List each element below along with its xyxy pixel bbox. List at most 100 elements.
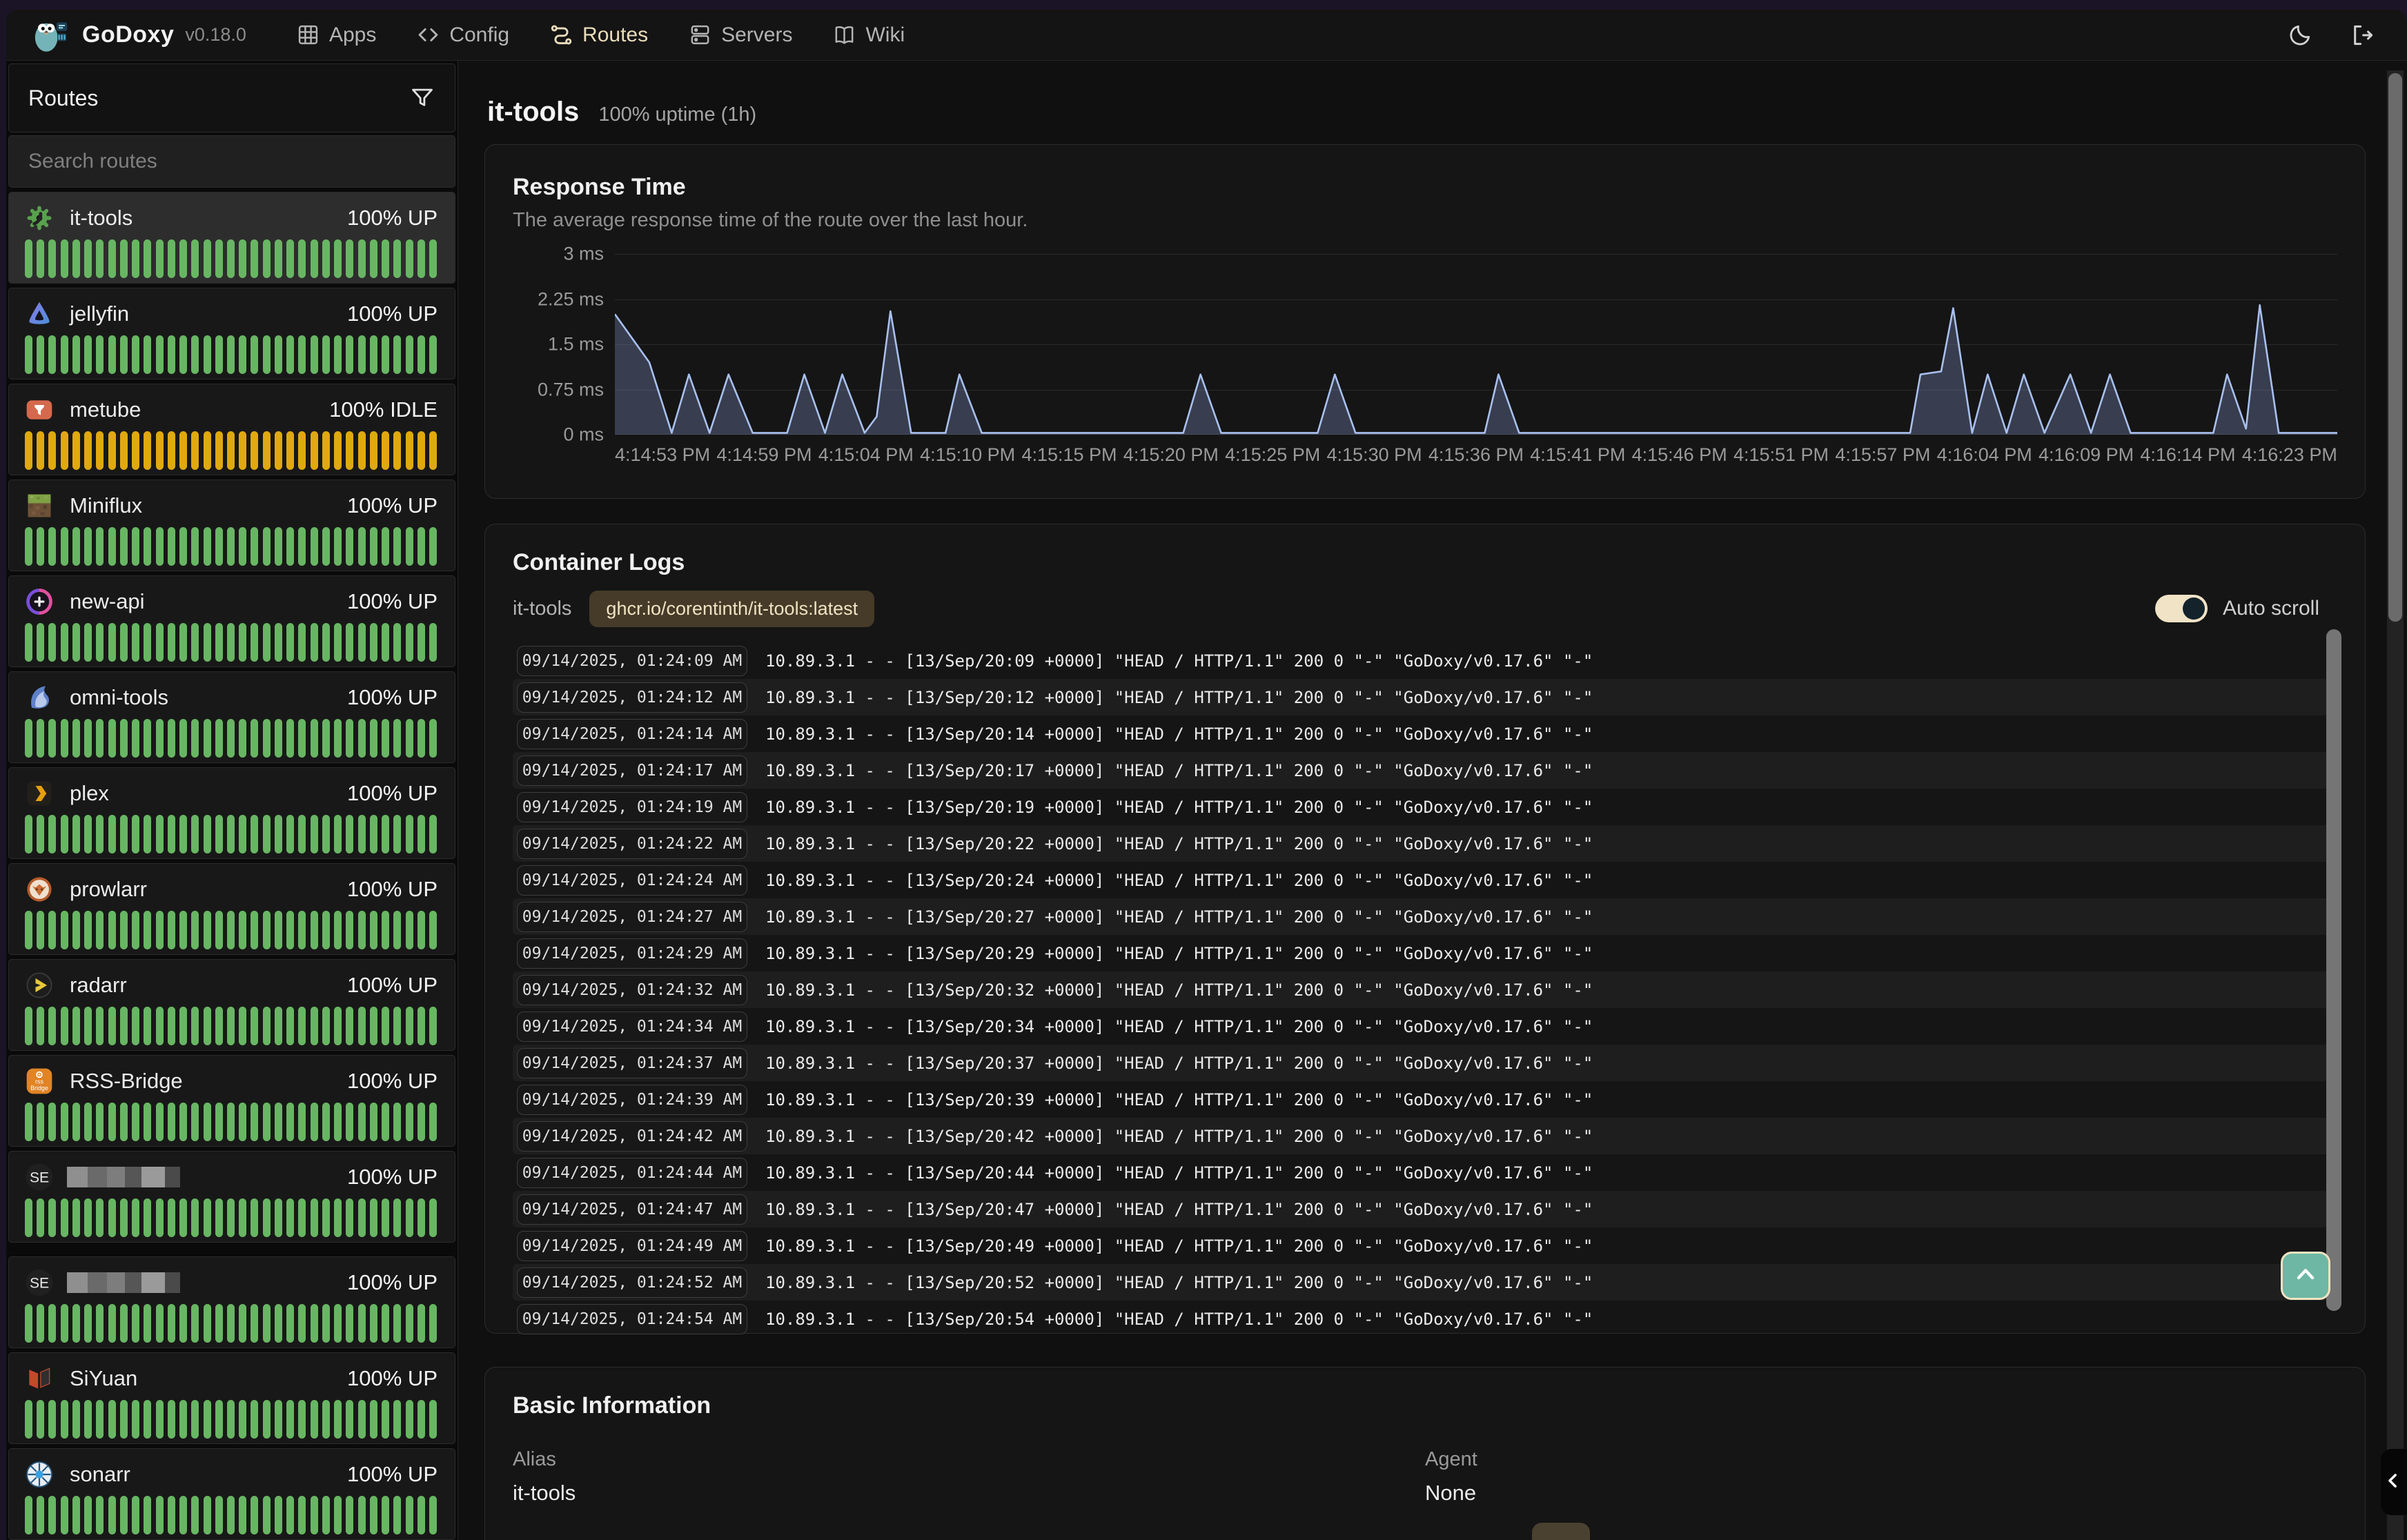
- route-item-miniflux[interactable]: Miniflux100% UP: [8, 480, 455, 571]
- log-list[interactable]: 09/14/2025, 01:24:09 AM10.89.3.1 - - [13…: [513, 642, 2337, 1337]
- log-timestamp: 09/14/2025, 01:24:52 AM: [517, 1267, 747, 1298]
- log-row: 09/14/2025, 01:24:22 AM 10.89.3.1 - - [13…: [513, 825, 2337, 862]
- redacted-route-name: [67, 1272, 180, 1293]
- agent-field: Agent None: [1425, 1448, 2337, 1506]
- nav-item-routes[interactable]: Routes: [549, 23, 648, 47]
- log-message: 10.89.3.1 - - [13/Sep/20:52 +0000] "HEAD…: [765, 1273, 1593, 1292]
- chart-x-axis: 4:14:53 PM4:14:59 PM4:15:04 PM4:15:10 PM…: [615, 444, 2337, 466]
- log-row: 09/14/2025, 01:24:52 AM 10.89.3.1 - - [13…: [513, 1264, 2337, 1301]
- x-tick-label: 4:15:57 PM: [1835, 444, 1930, 466]
- uptime-bars: [24, 239, 438, 278]
- logs-scrollbar-thumb[interactable]: [2326, 629, 2341, 1311]
- nav-item-servers[interactable]: Servers: [688, 23, 792, 47]
- page-scrollbar-thumb[interactable]: [2388, 73, 2402, 622]
- route-name: SiYuan: [70, 1366, 137, 1391]
- route-item-radarr[interactable]: radarr100% UP: [8, 959, 455, 1051]
- nav-item-wiki[interactable]: Wiki: [832, 23, 905, 47]
- route-item-rss-bridge[interactable]: rssBridgeRSS-Bridge100% UP: [8, 1055, 455, 1147]
- route-item-sonarr[interactable]: sonarr100% UP: [8, 1448, 455, 1540]
- uptime-bars: [24, 431, 438, 470]
- route-status: 100% UP: [347, 685, 438, 710]
- uptime-bars: [24, 815, 438, 853]
- page: GoDoxy v0.18.0 Apps Config Routes Servers Wi…: [0, 0, 2407, 1540]
- nav-item-label: Apps: [329, 23, 376, 47]
- log-row: 09/14/2025, 01:24:19 AM10.89.3.1 - - [13…: [513, 789, 2337, 825]
- route-item-prowlarr[interactable]: prowlarr100% UP: [8, 863, 455, 955]
- uptime-bars: [24, 1198, 438, 1237]
- log-timestamp: 09/14/2025, 01:24:12 AM: [517, 682, 747, 713]
- log-timestamp: 09/14/2025, 01:24:37 AM: [517, 1048, 747, 1078]
- nav-item-apps[interactable]: Apps: [296, 23, 376, 47]
- log-timestamp: 09/14/2025, 01:24:27 AM: [517, 902, 747, 932]
- nav-item-config[interactable]: Config: [416, 23, 509, 47]
- x-tick-label: 4:16:04 PM: [1937, 444, 2032, 466]
- log-timestamp: 09/14/2025, 01:24:54 AM: [517, 1304, 747, 1334]
- uptime-bars: [24, 623, 438, 662]
- route-name: metube: [70, 397, 141, 422]
- log-message: 10.89.3.1 - - [13/Sep/20:14 +0000] "HEAD…: [765, 724, 1593, 744]
- log-message: 10.89.3.1 - - [13/Sep/20:32 +0000] "HEAD…: [765, 980, 1593, 1000]
- grid-icon: [296, 23, 320, 47]
- y-tick-label: 0.75 ms: [538, 379, 604, 400]
- route-name: radarr: [70, 973, 127, 998]
- route-item-new-api[interactable]: new-api100% UP: [8, 575, 455, 667]
- uptime-bars: [24, 335, 438, 374]
- log-row: 09/14/2025, 01:24:32 AM10.89.3.1 - - [13…: [513, 971, 2337, 1008]
- siyuan-icon: [24, 1363, 55, 1394]
- omni-tools-icon: [24, 682, 55, 713]
- autoscroll-toggle[interactable]: [2155, 595, 2208, 622]
- route-name: it-tools: [70, 206, 132, 230]
- sidebar: Routes it-tools100% UPjellyfin100% UPmet…: [6, 61, 458, 1540]
- nav-items: Apps Config Routes Servers Wiki: [296, 23, 905, 47]
- uptime-bars: [24, 911, 438, 949]
- response-time-chart: 3 ms2.25 ms1.5 ms0.75 ms0 ms: [513, 254, 2337, 435]
- log-row: 09/14/2025, 01:24:34 AM10.89.3.1 - - [13…: [513, 1008, 2337, 1045]
- route-item-jellyfin[interactable]: jellyfin100% UP: [8, 288, 455, 379]
- x-tick-label: 4:15:20 PM: [1123, 444, 1219, 466]
- rss-bridge-icon: rssBridge: [24, 1066, 55, 1096]
- uptime-bars: [24, 719, 438, 758]
- log-timestamp: 09/14/2025, 01:24:22 AM: [517, 829, 747, 859]
- scroll-to-top-button[interactable]: [2281, 1252, 2330, 1300]
- route-item-plex[interactable]: plex100% UP: [8, 767, 455, 859]
- alias-label: Alias: [513, 1448, 1425, 1471]
- filter-icon[interactable]: [409, 85, 435, 111]
- sidebar-title: Routes: [28, 86, 98, 111]
- sonarr-icon: [24, 1459, 55, 1490]
- log-message: 10.89.3.1 - - [13/Sep/20:54 +0000] "HEAD…: [765, 1310, 1593, 1329]
- log-row: 09/14/2025, 01:24:17 AM10.89.3.1 - - [13…: [513, 752, 2337, 789]
- brand-group[interactable]: GoDoxy v0.18.0: [31, 16, 246, 55]
- log-timestamp: 09/14/2025, 01:24:19 AM: [517, 792, 747, 822]
- metube-icon: [24, 395, 55, 425]
- route-status: 100% UP: [347, 1069, 438, 1094]
- route-name: Miniflux: [70, 493, 142, 518]
- log-timestamp: 09/14/2025, 01:24:39 AM: [517, 1085, 747, 1115]
- log-message: 10.89.3.1 - - [13/Sep/20:44 +0000] "HEAD…: [765, 1163, 1593, 1183]
- log-message: 10.89.3.1 - - [13/Sep/20:22 +0000] "HEAD…: [765, 834, 1593, 853]
- alias-value: it-tools: [513, 1481, 1425, 1506]
- search-input[interactable]: [28, 150, 435, 173]
- collapse-panel-tab[interactable]: [2381, 1449, 2407, 1515]
- x-tick-label: 4:15:25 PM: [1225, 444, 1320, 466]
- route-item-redacted[interactable]: SE100% UP: [8, 1151, 455, 1243]
- nav-item-label: Config: [449, 23, 509, 47]
- route-item-siyuan[interactable]: SiYuan100% UP: [8, 1352, 455, 1444]
- log-row: 09/14/2025, 01:24:47 AM10.89.3.1 - - [13…: [513, 1191, 2337, 1227]
- log-row: 09/14/2025, 01:24:39 AM10.89.3.1 - - [13…: [513, 1081, 2337, 1118]
- uptime-bars: [24, 1304, 438, 1343]
- host-value-badge: [1532, 1523, 1590, 1540]
- log-row: 09/14/2025, 01:24:49 AM10.89.3.1 - - [13…: [513, 1227, 2337, 1264]
- route-item-metube[interactable]: metube100% IDLE: [8, 384, 455, 475]
- route-name: plex: [70, 781, 109, 806]
- logout-icon[interactable]: [2349, 22, 2375, 48]
- route-item-redacted[interactable]: SE100% UP: [8, 1256, 455, 1348]
- code-icon: [416, 23, 440, 47]
- servers-icon: [688, 23, 712, 47]
- route-item-omni-tools[interactable]: omni-tools100% UP: [8, 671, 455, 763]
- svg-text:SE: SE: [30, 1276, 49, 1292]
- dark-mode-moon-icon[interactable]: [2287, 22, 2313, 48]
- route-item-it-tools[interactable]: it-tools100% UP: [8, 192, 455, 284]
- log-message: 10.89.3.1 - - [13/Sep/20:49 +0000] "HEAD…: [765, 1236, 1593, 1256]
- miniflux-icon: [24, 491, 55, 521]
- log-message: 10.89.3.1 - - [13/Sep/20:47 +0000] "HEAD…: [765, 1200, 1593, 1219]
